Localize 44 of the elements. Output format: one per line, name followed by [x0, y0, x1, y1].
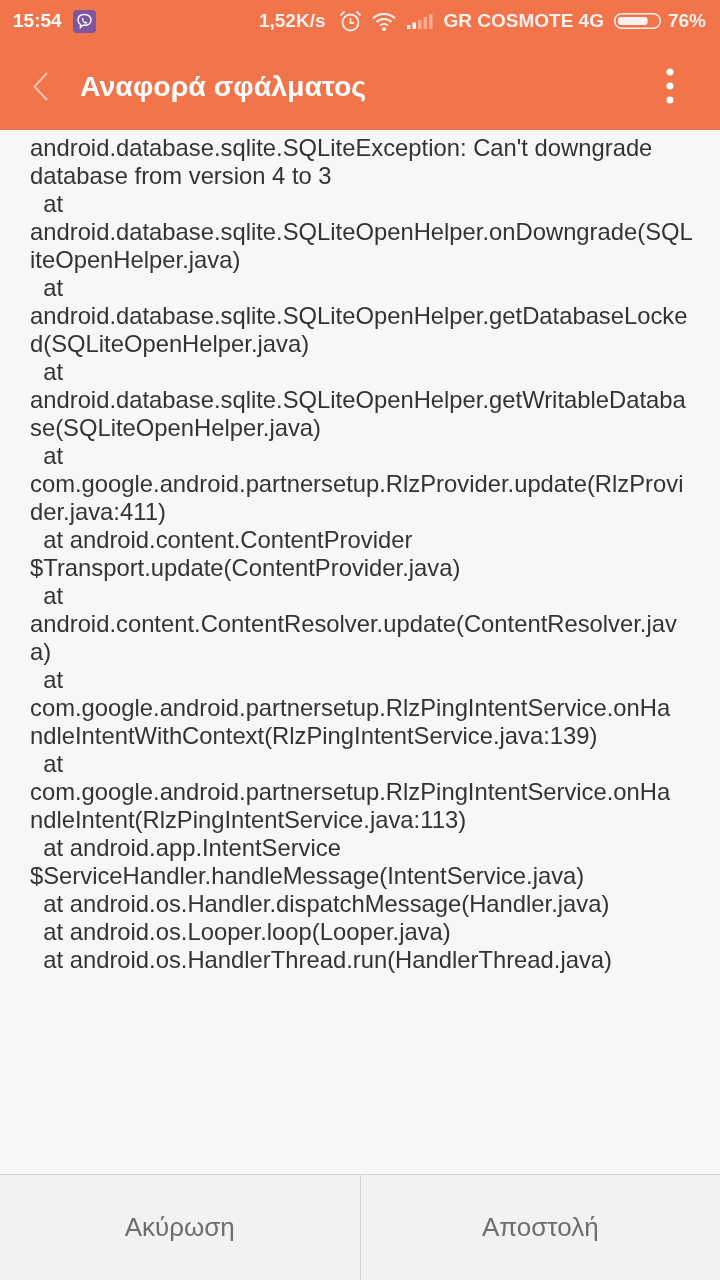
stack-trace-line: se(SQLiteOpenHelper.java) — [30, 414, 322, 442]
screen-title: Αναφορά σφάλματος — [80, 69, 367, 103]
alarm-clock-icon — [338, 9, 362, 33]
stack-trace-line: iteOpenHelper.java) — [30, 246, 242, 274]
battery-percent: 76% — [667, 10, 706, 32]
stack-trace-line: android.database.sqlite.SQLiteOpenHelper.onDowngrade(SQL — [30, 218, 694, 246]
stack-trace-line: com.google.android.partnersetup.RlzPingIntentService.onHa — [30, 694, 672, 722]
stack-trace-line: at android.os.Looper.loop(Looper.java) — [42, 918, 452, 946]
stack-trace-line: der.java:411) — [30, 498, 167, 526]
stack-trace-line: ndleIntent(RlzPingIntentService.java:113) — [30, 806, 468, 834]
stack-trace-line: android.database.sqlite.SQLiteOpenHelper.getWritableDataba — [30, 386, 687, 414]
stack-trace-line: android.database.sqlite.SQLiteException: Can't downgrade — [30, 134, 654, 162]
stack-trace-line: at — [42, 582, 65, 610]
stack-trace-line: com.google.android.partnersetup.RlzProvider.update(RlzProvi — [30, 470, 685, 498]
stack-trace-line: android.content.ContentResolver.update(ContentResolver.jav — [30, 610, 678, 638]
stack-trace-line: android.database.sqlite.SQLiteOpenHelper.getDatabaseLocke — [30, 302, 689, 330]
stack-trace-line: at android.os.HandlerThread.run(HandlerThread.java) — [42, 946, 613, 974]
stack-trace-line: at — [42, 274, 65, 302]
clock-time: 15:54 — [13, 10, 62, 32]
stack-trace-line: $ServiceHandler.handleMessage(IntentService.java) — [30, 862, 586, 890]
signal-bars-icon — [406, 13, 433, 29]
stack-trace-line: d(SQLiteOpenHelper.java) — [30, 330, 311, 358]
cancel-button[interactable]: Ακύρωση — [0, 1175, 360, 1280]
stack-trace-line: $Transport.update(ContentProvider.java) — [30, 554, 462, 582]
phone-bubble-app-icon — [72, 9, 96, 33]
stack-trace-line: at android.content.ContentProvider — [42, 526, 414, 554]
stack-trace-line: at android.app.IntentService — [42, 834, 342, 862]
stack-trace-line: at — [42, 750, 65, 778]
network-speed: 1,52K/s — [258, 10, 326, 32]
carrier-name: GR COSMOTE 4G — [443, 10, 604, 32]
back-icon[interactable] — [33, 71, 48, 101]
wifi-icon — [371, 11, 396, 31]
stack-trace-line: database from version 4 to 3 — [30, 162, 333, 190]
battery-icon — [613, 13, 661, 29]
stack-trace-line: at — [42, 666, 65, 694]
stack-trace-line: at android.os.Handler.dispatchMessage(Handler.java) — [42, 890, 611, 918]
more-icon[interactable] — [665, 68, 675, 104]
send-button[interactable]: Αποστολή — [359, 1175, 720, 1280]
stack-trace-line: at — [42, 190, 65, 218]
stack-trace-line: com.google.android.partnersetup.RlzPingIntentService.onHa — [30, 778, 672, 806]
stack-trace-line: a) — [30, 638, 53, 666]
stack-trace-line: ndleIntentWithContext(RlzPingIntentService.java:139) — [30, 722, 599, 750]
stack-trace-line: at — [42, 358, 65, 386]
stack-trace-line: at — [42, 442, 65, 470]
